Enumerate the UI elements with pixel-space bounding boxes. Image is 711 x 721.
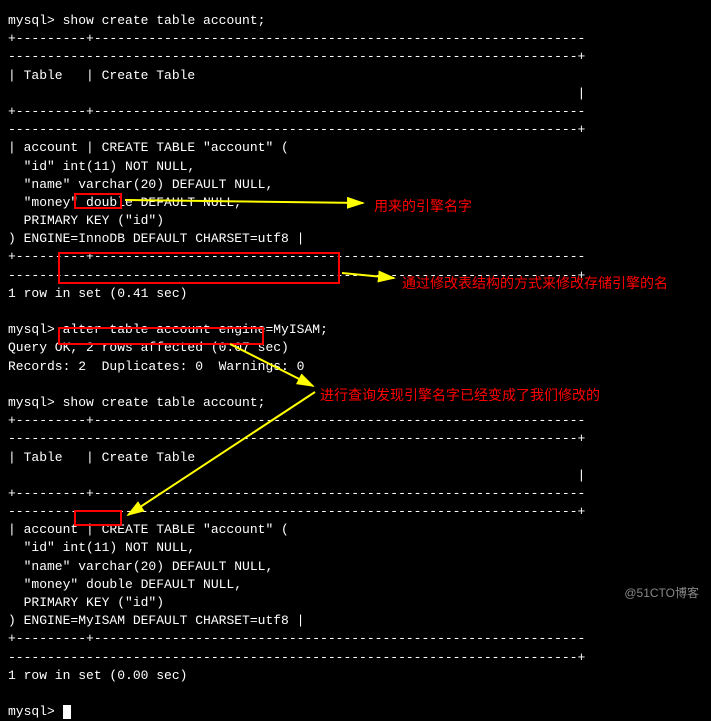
engine-line: ) ENGINE=InnoDB DEFAULT CHARSET=utf8 | — [8, 230, 703, 248]
annotation-query-result: 进行查询发现引擎名字已经变成了我们修改的 — [320, 386, 600, 406]
prompt-line[interactable]: mysql> — [8, 703, 703, 721]
table-header-end: | — [8, 85, 703, 103]
create-table-line: | account | CREATE TABLE "account" ( — [8, 521, 703, 539]
engine-prefix: ) ENGINE= — [8, 231, 78, 246]
table-header-end: | — [8, 467, 703, 485]
engine-suffix: DEFAULT CHARSET=utf8 | — [125, 613, 304, 628]
divider: +---------+-----------------------------… — [8, 485, 703, 503]
mysql-prompt: mysql> — [8, 322, 55, 337]
create-table-line: "name" varchar(20) DEFAULT NULL, — [8, 558, 703, 576]
terminal-output: mysql> show create table account; +-----… — [8, 12, 703, 721]
create-table-line: "id" int(11) NOT NULL, — [8, 158, 703, 176]
prompt-line: mysql> alter table account engine=MyISAM… — [8, 321, 703, 339]
engine-name-myisam: MyISAM — [78, 613, 125, 628]
create-table-line: | account | CREATE TABLE "account" ( — [8, 139, 703, 157]
query-records: Records: 2 Duplicates: 0 Warnings: 0 — [8, 358, 703, 376]
annotation-engine-name: 用来的引擎名字 — [374, 197, 472, 217]
divider: ----------------------------------------… — [8, 121, 703, 139]
prompt-line: mysql> show create table account; — [8, 12, 703, 30]
engine-line: ) ENGINE=MyISAM DEFAULT CHARSET=utf8 | — [8, 612, 703, 630]
table-header: | Table | Create Table — [8, 67, 703, 85]
create-table-line: PRIMARY KEY ("id") — [8, 212, 703, 230]
table-header: | Table | Create Table — [8, 449, 703, 467]
divider: ----------------------------------------… — [8, 649, 703, 667]
divider: +---------+-----------------------------… — [8, 630, 703, 648]
mysql-prompt: mysql> — [8, 704, 55, 719]
engine-prefix: ) ENGINE= — [8, 613, 78, 628]
result-rows: 1 row in set (0.00 sec) — [8, 667, 703, 685]
divider: ----------------------------------------… — [8, 48, 703, 66]
command-text: show create table account; — [63, 395, 266, 410]
cursor-icon — [63, 705, 71, 719]
annotation-alter-engine: 通过修改表结构的方式来修改存储引擎的名 — [402, 274, 668, 294]
mysql-prompt: mysql> — [8, 13, 55, 28]
engine-suffix: DEFAULT CHARSET=utf8 | — [125, 231, 304, 246]
watermark-text: @51CTO博客 — [624, 585, 699, 602]
divider: ----------------------------------------… — [8, 503, 703, 521]
create-table-line: "money" double DEFAULT NULL, — [8, 576, 703, 594]
command-text: alter table account engine=MyISAM; — [63, 322, 328, 337]
divider: +---------+-----------------------------… — [8, 103, 703, 121]
create-table-line: "money" double DEFAULT NULL, — [8, 194, 703, 212]
create-table-line: "id" int(11) NOT NULL, — [8, 539, 703, 557]
command-text: show create table account; — [63, 13, 266, 28]
divider: ----------------------------------------… — [8, 430, 703, 448]
divider: +---------+-----------------------------… — [8, 412, 703, 430]
mysql-prompt: mysql> — [8, 395, 55, 410]
query-result: Query OK, 2 rows affected (0.07 sec) — [8, 339, 703, 357]
engine-name-innodb: InnoDB — [78, 231, 125, 246]
create-table-line: PRIMARY KEY ("id") — [8, 594, 703, 612]
divider: +---------+-----------------------------… — [8, 248, 703, 266]
create-table-line: "name" varchar(20) DEFAULT NULL, — [8, 176, 703, 194]
divider: +---------+-----------------------------… — [8, 30, 703, 48]
